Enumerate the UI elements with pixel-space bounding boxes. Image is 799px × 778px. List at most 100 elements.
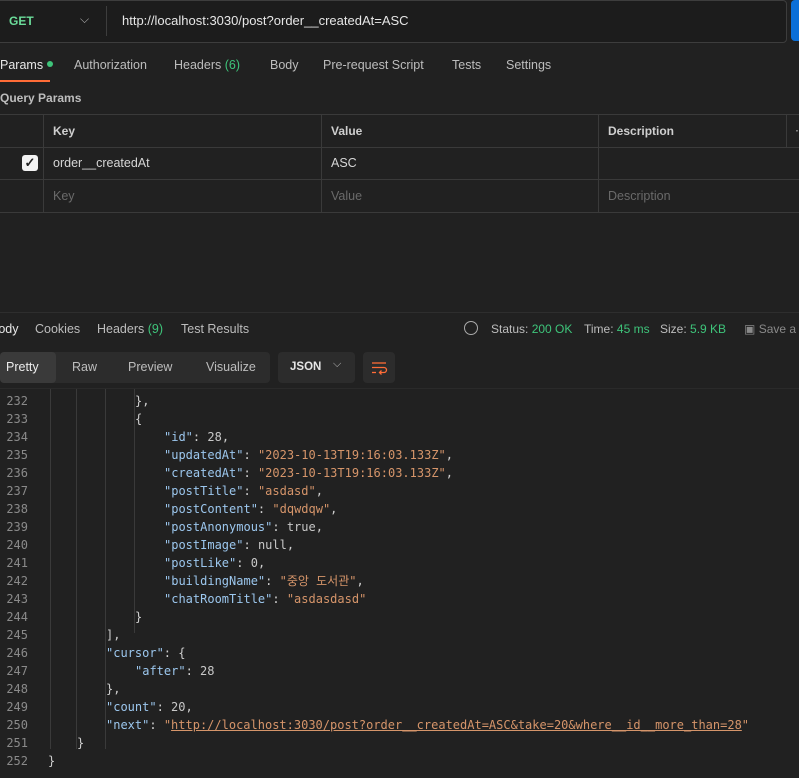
json-string: "asdasd" xyxy=(257,484,316,498)
description-input[interactable]: Description xyxy=(598,180,799,212)
json-punct: } xyxy=(135,610,143,624)
tab-response-body[interactable]: Body xyxy=(0,322,19,336)
line-number: 247 xyxy=(6,664,28,678)
response-body-viewer[interactable]: 232}, 233{234 "id": 28, 235 "updatedAt": "20… xyxy=(0,388,799,778)
key-input[interactable]: Key xyxy=(43,180,321,212)
json-literal: 20 xyxy=(171,700,186,714)
json-literal: 28 xyxy=(200,664,215,678)
tab-cookies[interactable]: Cookies xyxy=(35,322,80,336)
json-punct: }, xyxy=(135,394,150,408)
table-row: ✓ order__createdAt ASC xyxy=(0,147,799,180)
headers-count: (6) xyxy=(224,58,241,72)
json-key: "postAnonymous" xyxy=(164,520,273,534)
json-punct: , xyxy=(330,502,338,516)
json-punct: : xyxy=(243,484,258,498)
query-params-title: Query Params xyxy=(0,91,82,105)
json-punct: , xyxy=(315,484,323,498)
line-number: 249 xyxy=(6,700,28,714)
tab-params[interactable]: Params xyxy=(0,58,54,72)
json-punct: , xyxy=(445,466,454,480)
visualize-button[interactable]: Visualize xyxy=(206,352,256,383)
json-string: "중앙 도서관" xyxy=(279,574,357,588)
json-punct: , xyxy=(315,520,323,534)
param-key[interactable]: order__createdAt xyxy=(43,147,321,179)
code-text: "next": "http://localhost:3030/post?orde… xyxy=(106,716,749,734)
line-number: 239 xyxy=(6,520,28,534)
line-number: 246 xyxy=(6,646,28,660)
json-punct: ], xyxy=(106,628,121,642)
save-response-button[interactable]: ▣ Save a xyxy=(744,322,796,336)
tab-settings[interactable]: Settings xyxy=(506,58,551,72)
line-number: 235 xyxy=(6,448,28,462)
line-number: 237 xyxy=(6,484,28,498)
column-header-key: Key xyxy=(43,115,321,147)
json-punct: : xyxy=(236,556,251,570)
tab-pre-request-script[interactable]: Pre-request Script xyxy=(323,58,424,72)
status-indicator: Status: 200 OK xyxy=(491,322,573,336)
tab-headers[interactable]: Headers (6) xyxy=(174,58,240,72)
method-select[interactable]: GET xyxy=(9,14,34,28)
line-number: 236 xyxy=(6,466,28,480)
json-string: "2023-10-13T19:16:03.133Z" xyxy=(257,448,446,462)
code-text: "createdAt": "2023-10-13T19:16:03.133Z", xyxy=(164,464,453,482)
time-value: 45 ms xyxy=(616,322,650,336)
json-punct: : xyxy=(257,502,273,516)
globe-icon[interactable] xyxy=(464,321,478,335)
code-text: }, xyxy=(106,680,120,698)
active-dot-icon xyxy=(47,61,54,67)
line-number: 233 xyxy=(6,412,28,426)
indent-guide xyxy=(50,389,51,749)
json-key: "id" xyxy=(164,430,193,444)
line-number: 242 xyxy=(6,574,28,588)
tab-tests[interactable]: Tests xyxy=(452,58,481,72)
json-key: "postImage" xyxy=(164,538,244,552)
raw-button[interactable]: Raw xyxy=(72,352,97,383)
code-text: "after": 28 xyxy=(135,662,214,680)
code-text: }, xyxy=(135,392,149,410)
json-punct: , xyxy=(356,574,364,588)
tab-response-headers[interactable]: Headers (9) xyxy=(97,322,163,336)
json-punct: , xyxy=(185,700,193,714)
json-key: "count" xyxy=(106,700,157,714)
chevron-down-icon: ⌵ xyxy=(333,358,342,370)
json-punct: : xyxy=(243,448,258,462)
code-text: "postLike": 0, xyxy=(164,554,265,572)
tab-authorization[interactable]: Authorization xyxy=(74,58,147,72)
json-punct: : xyxy=(149,718,164,732)
code-text: } xyxy=(77,734,84,752)
json-key: "updatedAt" xyxy=(164,448,244,462)
json-key: "postTitle" xyxy=(164,484,244,498)
indent-guide xyxy=(76,389,77,749)
json-punct: : xyxy=(265,574,280,588)
preview-button[interactable]: Preview xyxy=(128,352,172,383)
more-icon[interactable]: ⋅ xyxy=(786,115,799,147)
json-string: " xyxy=(741,718,750,732)
code-text: ], xyxy=(106,626,120,644)
json-key: "cursor" xyxy=(106,646,164,660)
code-text: "updatedAt": "2023-10-13T19:16:03.133Z", xyxy=(164,446,453,464)
line-number: 244 xyxy=(6,610,28,624)
tab-test-results[interactable]: Test Results xyxy=(181,322,249,336)
param-value[interactable]: ASC xyxy=(321,147,598,179)
code-text: "chatRoomTitle": "asdasdasd" xyxy=(164,590,366,608)
wrap-lines-button[interactable] xyxy=(363,352,395,383)
line-number: 238 xyxy=(6,502,28,516)
time-indicator: Time: 45 ms xyxy=(584,322,650,336)
value-input[interactable]: Value xyxy=(321,180,598,212)
json-literal: 28 xyxy=(207,430,222,444)
json-punct: : xyxy=(192,430,208,444)
param-checkbox[interactable]: ✓ xyxy=(22,155,38,171)
table-row-empty: Key Value Description xyxy=(0,180,799,213)
json-string: "dqwdqw" xyxy=(272,502,331,516)
param-description[interactable] xyxy=(598,147,799,179)
chevron-down-icon[interactable]: ⌵ xyxy=(80,12,89,27)
url-input[interactable]: http://localhost:3030/post?order__create… xyxy=(122,13,409,28)
code-text: "buildingName": "중앙 도서관", xyxy=(164,572,364,590)
send-button[interactable] xyxy=(791,0,799,41)
pretty-button[interactable]: Pretty xyxy=(0,352,56,383)
line-number: 234 xyxy=(6,430,28,444)
json-punct: : xyxy=(243,466,258,480)
json-punct: : { xyxy=(163,646,186,660)
json-link[interactable]: http://localhost:3030/post?order__create… xyxy=(171,718,742,732)
tab-body[interactable]: Body xyxy=(270,58,299,72)
